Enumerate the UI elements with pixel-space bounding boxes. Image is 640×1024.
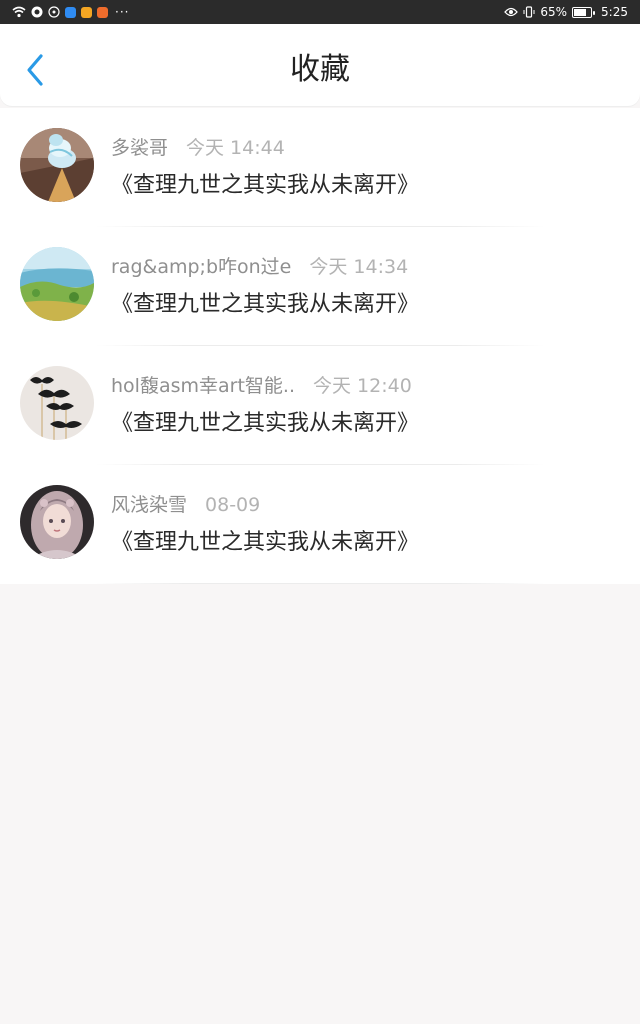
book-title[interactable]: 《查理九世之其实我从未离开》: [111, 409, 419, 439]
eye-icon: [504, 7, 519, 17]
clock: 5:25: [601, 5, 628, 19]
app-icon-3: [65, 6, 76, 18]
list-item[interactable]: 多裟哥 今天 14:44 《查理九世之其实我从未离开》: [0, 108, 640, 227]
list-item[interactable]: 风浅染雪 08-09 《查理九世之其实我从未离开》: [0, 465, 640, 584]
divider: [95, 583, 545, 584]
vibrate-icon: [523, 6, 535, 18]
timestamp: 今天 12:40: [312, 375, 412, 397]
book-title[interactable]: 《查理九世之其实我从未离开》: [111, 171, 419, 201]
app-icon-4: [81, 6, 92, 18]
list-item[interactable]: hol馥asm幸art智能.. 今天 12:40 《查理九世之其实我从未离开》: [0, 346, 640, 465]
landscape-avatar: [20, 247, 94, 321]
meta-line: 多裟哥 今天 14:44: [111, 135, 285, 161]
user-name[interactable]: 多裟哥: [111, 137, 168, 159]
status-bar-left: ···: [12, 5, 129, 19]
battery-icon: [572, 6, 596, 18]
app-icon-5: [97, 6, 108, 18]
ice-cream-avatar: [20, 128, 94, 202]
timestamp: 今天 14:44: [186, 137, 285, 159]
meta-line: rag&amp;b咋on过e 今天 14:34: [111, 254, 408, 280]
mustache-avatar: [20, 366, 94, 440]
header: 收藏: [0, 24, 640, 106]
meta-line: 风浅染雪 08-09: [111, 492, 260, 518]
wifi-icon: [12, 6, 26, 18]
list-item[interactable]: rag&amp;b咋on过e 今天 14:34 《查理九世之其实我从未离开》: [0, 227, 640, 346]
more-notifications: ···: [115, 5, 130, 19]
user-name[interactable]: rag&amp;b咋on过e: [111, 256, 291, 278]
page-title: 收藏: [290, 52, 350, 87]
app-icon-2: [48, 6, 60, 18]
app-icon-1: [31, 6, 43, 18]
status-bar-right: 65% 5:25: [504, 5, 628, 19]
user-name[interactable]: hol馥asm幸art智能..: [111, 375, 295, 397]
user-name[interactable]: 风浅染雪: [111, 494, 187, 516]
anime-girl-avatar: [20, 485, 94, 559]
meta-line: hol馥asm幸art智能.. 今天 12:40: [111, 373, 412, 399]
timestamp: 今天 14:34: [309, 256, 409, 278]
timestamp: 08-09: [205, 494, 261, 516]
favorites-list: 多裟哥 今天 14:44 《查理九世之其实我从未离开》 rag&amp;b咋on过…: [0, 108, 640, 584]
status-bar: ··· 65% 5:25: [0, 0, 640, 24]
book-title[interactable]: 《查理九世之其实我从未离开》: [111, 528, 419, 558]
book-title[interactable]: 《查理九世之其实我从未离开》: [111, 290, 419, 320]
battery-percent: 65%: [540, 5, 568, 19]
